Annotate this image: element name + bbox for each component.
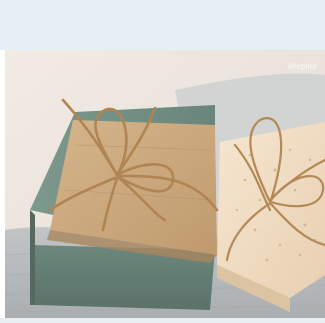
- cream-soap: [217, 117, 325, 312]
- top-band: [0, 0, 325, 50]
- bottom-strip: [0, 318, 325, 323]
- watermark-text: #hcpind: [287, 62, 317, 71]
- soap-illustration: [5, 50, 325, 323]
- soap-photo: #hcpind: [5, 50, 325, 323]
